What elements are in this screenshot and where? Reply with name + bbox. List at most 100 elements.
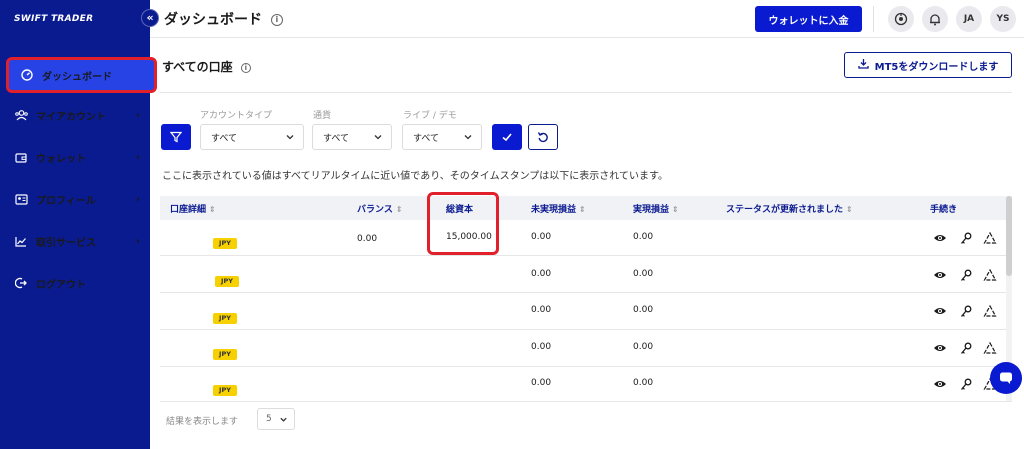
chat-icon: [1000, 372, 1012, 384]
unrealized-cell: 0.00: [531, 342, 552, 352]
chevron-right-icon: ›: [135, 151, 140, 163]
sidebar-item-dashboard[interactable]: ダッシュボード: [6, 58, 156, 92]
recycle-icon[interactable]: [983, 268, 997, 282]
balance-cell: 0.00: [357, 234, 378, 244]
sidebar-item-label: ログアウト: [36, 279, 86, 291]
column-header-actions: 手続き: [930, 205, 958, 215]
key-icon[interactable]: [959, 377, 973, 391]
account-type-select[interactable]: すべて: [200, 124, 304, 150]
currency-badge: JPY: [213, 385, 237, 396]
filter-button[interactable]: [161, 124, 191, 150]
account-type-value: すべて: [211, 133, 238, 144]
currency-value: すべて: [323, 133, 350, 144]
download-icon: [857, 58, 869, 72]
sidebar-item-trading-services[interactable]: 取引サービス ›: [0, 224, 150, 258]
chevron-right-icon: ›: [135, 193, 140, 205]
live-demo-label: ライブ / デモ: [403, 111, 457, 121]
sort-icon: ⇕: [846, 205, 853, 214]
logout-icon: [14, 276, 28, 290]
bell-icon[interactable]: [922, 6, 948, 32]
key-icon[interactable]: [959, 304, 973, 318]
sidebar-item-label: プロフィール: [36, 195, 96, 207]
unrealized-cell: 0.00: [531, 269, 552, 279]
table-header-row: [160, 196, 1012, 220]
live-demo-select[interactable]: すべて: [402, 124, 482, 150]
rows-per-page-value: 5: [266, 414, 272, 424]
chevron-right-icon: ›: [135, 235, 140, 247]
chevron-down-icon: [374, 135, 382, 140]
row-divider: [160, 366, 1012, 367]
key-icon[interactable]: [959, 231, 973, 245]
collapse-sidebar-button[interactable]: «: [141, 9, 159, 27]
info-icon[interactable]: i: [240, 62, 251, 73]
dashboard-icon: [20, 68, 34, 82]
page-title: ダッシュボード i: [164, 9, 283, 29]
sidebar-item-my-account[interactable]: マイアカウント ›: [0, 98, 150, 132]
sidebar-item-label: マイアカウント: [36, 111, 106, 123]
page-title-text: ダッシュボード: [164, 12, 262, 28]
chat-button[interactable]: [990, 362, 1022, 394]
column-header-unrealized[interactable]: 未実現損益 ⇕: [531, 202, 586, 215]
currency-label: 通貨: [313, 111, 332, 121]
section-divider: [160, 92, 1012, 93]
wallet-icon: [14, 150, 28, 164]
deposit-wallet-button[interactable]: ウォレットに入金: [755, 6, 862, 32]
section-title-text: すべての口座: [162, 60, 233, 74]
realized-cell: 0.00: [633, 342, 654, 352]
realized-cell: 0.00: [633, 305, 654, 315]
chevron-down-icon: [464, 135, 472, 140]
sidebar-item-label: ウォレット: [36, 153, 86, 165]
realized-cell: 0.00: [633, 232, 654, 242]
view-eye-icon[interactable]: [933, 304, 947, 318]
recycle-icon[interactable]: [983, 304, 997, 318]
view-eye-icon[interactable]: [933, 341, 947, 355]
support-icon[interactable]: [888, 6, 914, 32]
reset-filter-button[interactable]: [528, 124, 558, 150]
currency-badge: JPY: [213, 238, 237, 249]
account-type-label: アカウントタイプ: [200, 111, 273, 121]
download-mt5-button[interactable]: MT5をダウンロードします: [844, 52, 1012, 78]
profile-icon: [14, 192, 28, 206]
sort-icon: ⇕: [672, 205, 679, 214]
chevron-right-icon: ›: [135, 109, 140, 121]
accounts-icon: [14, 108, 28, 122]
unrealized-cell: 0.00: [531, 232, 552, 242]
column-header-balance[interactable]: バランス ⇕: [357, 202, 403, 215]
currency-select[interactable]: すべて: [312, 124, 392, 150]
language-selector[interactable]: JA: [956, 6, 982, 32]
download-mt5-label: MT5をダウンロードします: [874, 61, 999, 73]
sidebar-item-label: ダッシュボード: [42, 71, 112, 83]
row-divider: [160, 401, 1012, 402]
realized-cell: 0.00: [633, 269, 654, 279]
key-icon[interactable]: [959, 341, 973, 355]
recycle-icon[interactable]: [983, 231, 997, 245]
view-eye-icon[interactable]: [933, 377, 947, 391]
apply-filter-button[interactable]: [492, 124, 522, 150]
sidebar-item-wallet[interactable]: ウォレット ›: [0, 140, 150, 174]
rows-per-page-select[interactable]: 5: [257, 408, 295, 430]
column-header-account[interactable]: 口座詳細 ⇕: [170, 202, 216, 215]
recycle-icon[interactable]: [983, 341, 997, 355]
sidebar-item-logout[interactable]: ログアウト: [0, 266, 150, 300]
chart-icon: [14, 234, 28, 248]
column-header-realized[interactable]: 実現損益 ⇕: [633, 202, 679, 215]
sort-icon: ⇕: [209, 205, 216, 214]
info-icon[interactable]: i: [270, 14, 283, 26]
column-header-status-updated[interactable]: ステータスが更新されました ⇕: [726, 202, 853, 215]
realized-cell: 0.00: [633, 378, 654, 388]
currency-badge: JPY: [213, 349, 237, 360]
user-avatar[interactable]: YS: [990, 6, 1016, 32]
sort-icon: ⇕: [579, 205, 586, 214]
filter-icon: [170, 131, 182, 143]
table-scrollbar-thumb[interactable]: [1006, 196, 1012, 276]
brand-logo: SWIFT TRADER: [14, 14, 94, 24]
chevron-down-icon: [280, 417, 287, 422]
sidebar-item-label: 取引サービス: [36, 237, 96, 249]
results-per-page-label: 結果を表示します: [166, 417, 239, 427]
view-eye-icon[interactable]: [933, 231, 947, 245]
key-icon[interactable]: [959, 268, 973, 282]
currency-badge: JPY: [213, 313, 237, 324]
view-eye-icon[interactable]: [933, 268, 947, 282]
row-divider: [160, 329, 1012, 330]
sidebar-item-profile[interactable]: プロフィール ›: [0, 182, 150, 216]
